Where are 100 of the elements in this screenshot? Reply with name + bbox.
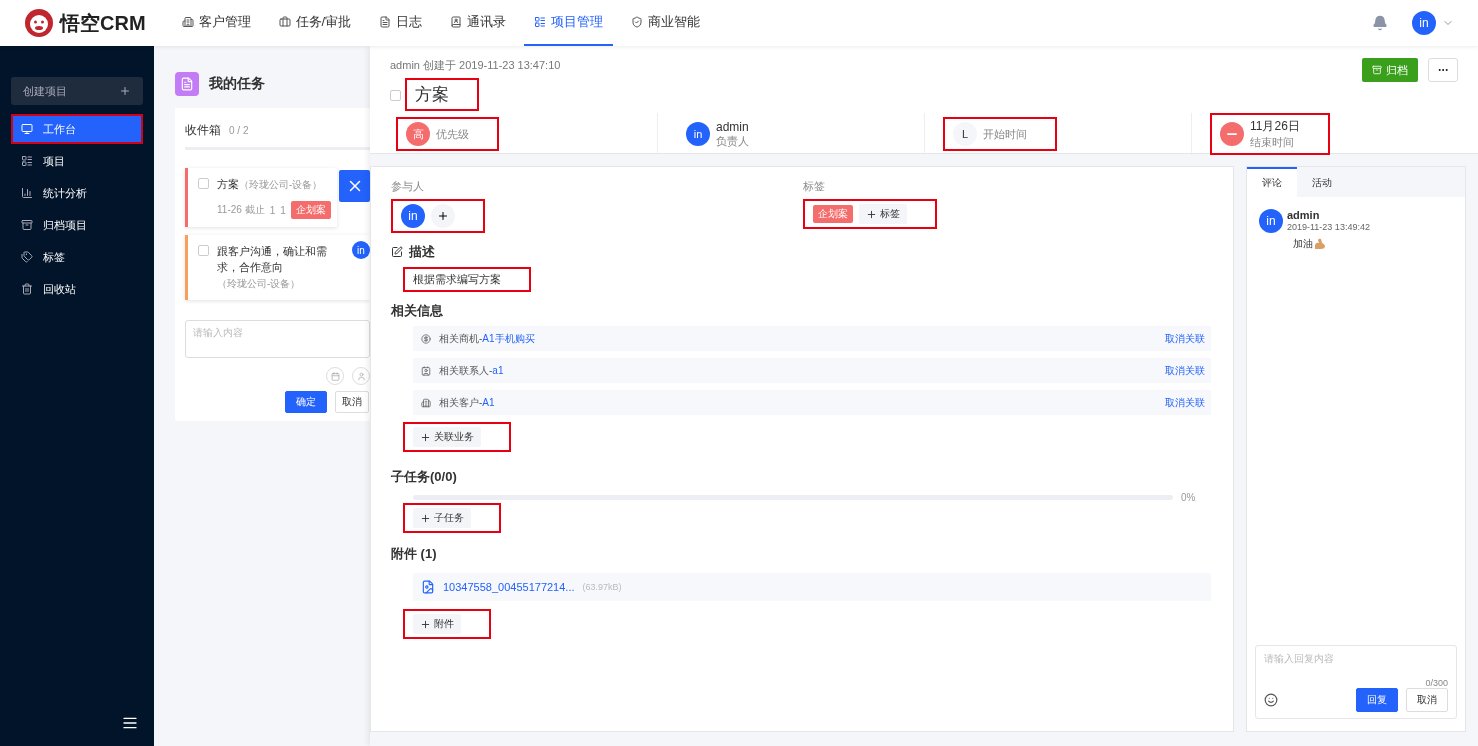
comment-text: 加油 <box>1293 237 1313 251</box>
bar-chart-icon <box>21 187 33 199</box>
stat-label: 结束时间 <box>1250 135 1295 150</box>
priority-badge: 高 <box>406 122 430 146</box>
comment-author: admin <box>1287 209 1321 221</box>
task-title: 方案（玲珑公司-设备） <box>217 177 324 192</box>
edit-icon[interactable] <box>391 246 403 258</box>
checkbox[interactable] <box>390 90 401 101</box>
end-time-badge[interactable] <box>1220 122 1244 146</box>
sidebar-item[interactable]: 统计分析 <box>11 178 143 208</box>
count: 1 <box>280 204 286 216</box>
tag: 企划案 <box>290 201 331 219</box>
document-icon <box>379 16 392 28</box>
count: 1 <box>269 204 276 216</box>
nav-tab[interactable]: 通讯录 <box>440 0 517 46</box>
sidebar-item[interactable]: 归档项目 <box>11 210 143 240</box>
add-subtask-button[interactable]: 子任务 <box>413 508 471 528</box>
due-date: 11-26 截止 <box>217 203 265 217</box>
shield-check-icon <box>631 16 644 28</box>
stat-label: 负责人 <box>716 133 749 149</box>
related-text: 相关联系人-a1 <box>439 363 505 378</box>
trash-icon <box>21 283 33 295</box>
nav-tab[interactable]: 商业智能 <box>621 0 711 46</box>
section-title: 我的任务 <box>209 75 265 93</box>
tag: 企划案 <box>813 205 853 223</box>
stat-label: 优先级 <box>436 126 469 142</box>
section-title: 相关信息 <box>391 302 443 320</box>
reply-button[interactable]: 回复 <box>1356 688 1398 712</box>
related-link[interactable]: a1 <box>492 364 504 376</box>
cancel-button[interactable]: 取消 <box>335 391 369 413</box>
sidebar-item[interactable]: 标签 <box>11 242 143 272</box>
nav-tab[interactable]: 日志 <box>369 0 433 46</box>
reply-box[interactable]: 请输入回复内容 0/300 回复 取消 <box>1255 645 1457 719</box>
description-text: 根据需求编写方案 <box>413 272 501 287</box>
list-icon <box>21 155 33 167</box>
related-link[interactable]: A1手机购买 <box>482 332 535 344</box>
created-info: admin 创建于 2019-11-23 13:47:10 <box>390 58 561 73</box>
plus-icon <box>420 618 431 630</box>
tab[interactable]: 活动 <box>1297 167 1347 197</box>
building-icon <box>181 16 194 28</box>
comment-time: 2019-11-23 13:49:42 <box>1287 222 1370 232</box>
plus-icon <box>119 85 131 97</box>
checkbox[interactable] <box>198 178 209 189</box>
nav-tab[interactable]: 客户管理 <box>171 0 261 46</box>
contact-book-icon <box>450 16 463 28</box>
building-icon <box>421 397 431 408</box>
user-avatar[interactable]: in <box>1412 11 1436 35</box>
clipboard-icon <box>175 72 199 96</box>
inbox-label: 收件箱 <box>185 122 221 139</box>
coin-icon <box>421 333 431 344</box>
section-title: 子任务(0/0) <box>391 468 457 486</box>
char-counter: 0/300 <box>1425 678 1448 688</box>
unlink-link[interactable]: 取消关联 <box>1165 395 1205 410</box>
bell-icon[interactable] <box>1372 15 1388 31</box>
file-size: (63.97kB) <box>582 582 622 592</box>
plus-icon <box>420 431 431 443</box>
sidebar-item[interactable]: 工作台 <box>11 114 143 144</box>
section-title: 描述 <box>409 243 435 261</box>
plus-icon <box>437 210 449 222</box>
task-title: 跟客户沟通，确让和需求，合作意向 （玲珑公司-设备） <box>217 244 328 291</box>
related-link[interactable]: A1 <box>482 396 495 408</box>
plus-icon <box>420 512 431 524</box>
nav-tab[interactable]: 任务/审批 <box>268 0 362 46</box>
start-time-badge[interactable]: L <box>953 122 977 146</box>
cancel-button[interactable]: 取消 <box>1406 688 1448 712</box>
avatar: in <box>1259 209 1283 233</box>
contact-card-icon <box>421 365 431 376</box>
list-icon <box>534 16 547 28</box>
task-item[interactable]: 方案（玲珑公司-设备） 11-26 截止 1 1 企划案 <box>185 168 337 227</box>
stat-value: 11月26日 <box>1250 118 1300 135</box>
tags-icon <box>21 251 33 263</box>
create-project-button[interactable]: 创建项目 <box>11 77 143 105</box>
collapse-icon[interactable] <box>122 715 138 731</box>
unlink-link[interactable]: 取消关联 <box>1165 363 1205 378</box>
task-input[interactable]: 请输入内容 <box>185 320 370 358</box>
avatar: in <box>352 241 370 259</box>
task-item[interactable]: 跟客户沟通，确让和需求，合作意向 （玲珑公司-设备） in <box>185 235 370 300</box>
sidebar-item[interactable]: 回收站 <box>11 274 143 304</box>
add-participant-button[interactable] <box>431 204 455 228</box>
related-text: 相关客户-A1 <box>439 395 496 410</box>
logo-text: 悟空CRM <box>60 10 146 36</box>
image-file-icon <box>421 580 435 594</box>
avatar: in <box>401 204 425 228</box>
add-tag-button[interactable]: 标签 <box>859 204 907 224</box>
section-title: 附件 (1) <box>391 545 437 563</box>
unlink-link[interactable]: 取消关联 <box>1165 331 1205 346</box>
checkbox[interactable] <box>198 245 209 256</box>
confirm-button[interactable]: 确定 <box>285 391 327 413</box>
monkey-logo-icon <box>24 8 54 38</box>
link-business-button[interactable]: 关联业务 <box>413 427 481 447</box>
sidebar-item[interactable]: 项目 <box>11 146 143 176</box>
file-link[interactable]: 10347558_00455177214... <box>443 581 575 593</box>
add-attachment-button[interactable]: 附件 <box>413 614 461 634</box>
task-title: 方案 <box>415 84 449 106</box>
emoji-icon[interactable] <box>1264 693 1278 707</box>
close-button[interactable] <box>339 170 370 202</box>
task-count: 0 / 2 <box>229 125 249 136</box>
monitor-icon <box>21 123 33 135</box>
tab[interactable]: 评论 <box>1247 167 1297 197</box>
archive-icon <box>1372 65 1382 75</box>
